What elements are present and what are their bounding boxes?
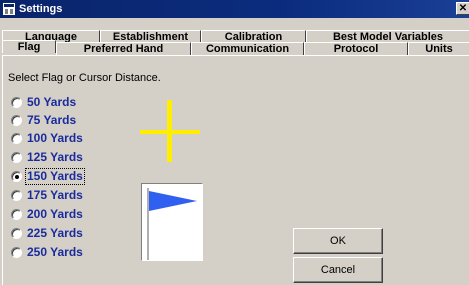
tab-communication[interactable]: Communication <box>191 42 304 55</box>
radio-175-yards[interactable]: 175 Yards <box>11 188 121 202</box>
tab-flag[interactable]: Flag <box>2 40 56 53</box>
settings-window-icon[interactable] <box>3 3 15 15</box>
tab-row-front: Flag Preferred Hand Communication Protoc… <box>2 40 469 56</box>
radio-label[interactable]: 200 Yards <box>26 207 84 222</box>
radio-label[interactable]: 250 Yards <box>26 245 84 260</box>
flag-preview-box <box>141 183 203 261</box>
radio-label[interactable]: 175 Yards <box>26 188 84 203</box>
radio-button[interactable] <box>11 152 22 163</box>
tab-protocol[interactable]: Protocol <box>304 42 408 55</box>
radio-150-yards[interactable]: 150 Yards <box>11 168 121 185</box>
radio-button[interactable] <box>11 209 22 220</box>
window-title: Settings <box>19 3 63 15</box>
radio-label[interactable]: 75 Yards <box>26 113 77 128</box>
instruction-label: Select Flag or Cursor Distance. <box>8 72 161 84</box>
crosshair-icon <box>140 100 200 162</box>
radio-label[interactable]: 150 Yards <box>25 168 85 185</box>
close-icon: ✕ <box>458 3 468 14</box>
radio-button-selected[interactable] <box>11 171 22 182</box>
radio-button[interactable] <box>11 115 22 126</box>
ok-button[interactable]: OK <box>293 228 383 254</box>
radio-225-yards[interactable]: 225 Yards <box>11 226 121 240</box>
tab-preferred-hand[interactable]: Preferred Hand <box>56 42 191 55</box>
tab-units[interactable]: Units <box>408 42 469 55</box>
radio-button[interactable] <box>11 190 22 201</box>
radio-button[interactable] <box>11 97 22 108</box>
cancel-button[interactable]: Cancel <box>293 257 383 283</box>
radio-250-yards[interactable]: 250 Yards <box>11 245 121 259</box>
radio-button[interactable] <box>11 228 22 239</box>
radio-100-yards[interactable]: 100 Yards <box>11 131 121 145</box>
radio-200-yards[interactable]: 200 Yards <box>11 207 121 221</box>
radio-label[interactable]: 125 Yards <box>26 150 84 165</box>
radio-label[interactable]: 50 Yards <box>26 95 77 110</box>
radio-button[interactable] <box>11 133 22 144</box>
radio-button[interactable] <box>11 247 22 258</box>
radio-50-yards[interactable]: 50 Yards <box>11 95 121 109</box>
radio-label[interactable]: 225 Yards <box>26 226 84 241</box>
title-bar[interactable]: Settings ✕ <box>0 0 469 18</box>
flag-icon <box>147 188 197 260</box>
radio-label[interactable]: 100 Yards <box>26 131 84 146</box>
radio-75-yards[interactable]: 75 Yards <box>11 113 121 127</box>
close-button[interactable]: ✕ <box>456 2 469 15</box>
radio-125-yards[interactable]: 125 Yards <box>11 150 121 164</box>
